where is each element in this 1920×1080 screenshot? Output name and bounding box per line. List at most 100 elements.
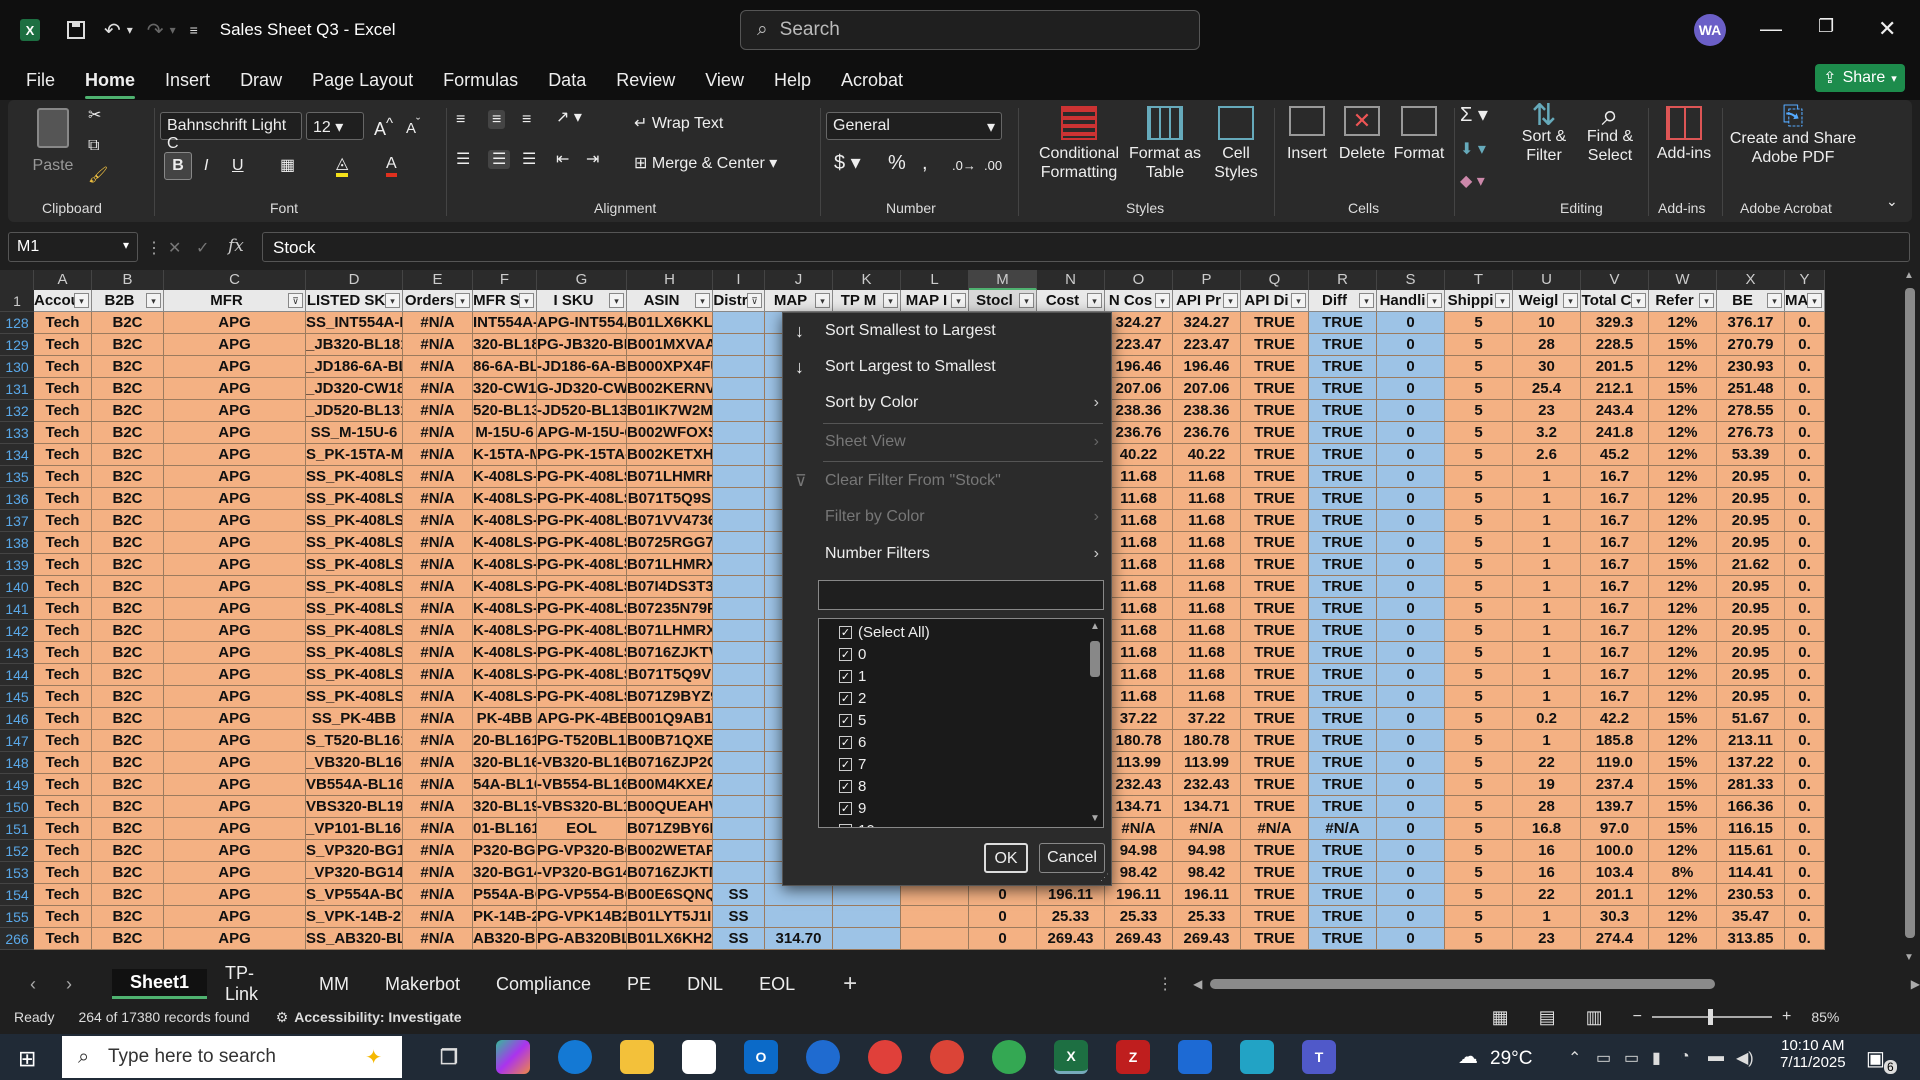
table-cell[interactable]: 11.68 <box>1105 620 1173 642</box>
filter-value-option[interactable]: ✓ 1 <box>839 665 866 687</box>
row-header[interactable]: 133 <box>0 422 34 444</box>
column-header[interactable]: M <box>969 270 1037 290</box>
table-cell[interactable]: 314.70 <box>765 928 833 950</box>
row-header[interactable]: 141 <box>0 598 34 620</box>
table-cell[interactable]: B0716ZJKTM <box>627 862 713 884</box>
table-cell[interactable]: _JB320-BL1816- <box>306 334 403 356</box>
sort-descending-option[interactable]: Sort Largest to Smallest <box>825 358 996 376</box>
table-cell[interactable]: K-408LS-A2 <box>473 664 537 686</box>
table-cell[interactable]: 98.42 <box>1173 862 1241 884</box>
table-cell[interactable]: Tech <box>34 664 92 686</box>
table-cell[interactable] <box>713 708 765 730</box>
row-header[interactable]: 150 <box>0 796 34 818</box>
table-cell[interactable]: 0 <box>1377 422 1445 444</box>
table-cell[interactable]: SS_PK-408LS-A22 <box>306 686 403 708</box>
table-cell[interactable]: 281.33 <box>1717 774 1785 796</box>
table-cell[interactable]: #N/A <box>403 466 473 488</box>
table-cell[interactable]: B00QUEAHVM <box>627 796 713 818</box>
filter-values-list[interactable]: ▲ ▼ ✓(Select All)✓0✓1✓2✓5✓6✓7✓8✓9✓10 <box>818 618 1104 828</box>
table-cell[interactable]: 15% <box>1649 818 1717 840</box>
table-cell[interactable]: 180.78 <box>1105 730 1173 752</box>
tab-dnl[interactable]: DNL <box>669 974 741 995</box>
more-options-icon[interactable]: ⋮ <box>146 238 162 258</box>
table-cell[interactable]: 11.68 <box>1173 576 1241 598</box>
table-cell[interactable]: 0. <box>1785 686 1825 708</box>
table-cell[interactable]: -VBS320-BL1915 <box>537 796 627 818</box>
table-cell[interactable]: 228.5 <box>1581 334 1649 356</box>
row-header[interactable]: 1 <box>0 290 34 312</box>
row-header[interactable]: 134 <box>0 444 34 466</box>
checkbox-icon[interactable]: ✓ <box>839 691 852 705</box>
table-cell[interactable]: 12% <box>1649 884 1717 906</box>
table-cell[interactable] <box>713 334 765 356</box>
table-cell[interactable]: 11.68 <box>1173 532 1241 554</box>
table-cell[interactable]: APG <box>164 642 306 664</box>
table-cell[interactable]: 12% <box>1649 576 1717 598</box>
table-cell[interactable]: 25.4 <box>1513 378 1581 400</box>
column-header[interactable]: U <box>1513 270 1581 290</box>
table-cell[interactable]: SS_PK-408LS-A11 <box>306 466 403 488</box>
table-cell[interactable]: SS_PK-408LS-A19 <box>306 620 403 642</box>
table-cell[interactable]: B2C <box>92 840 164 862</box>
zoom-level[interactable]: 85% <box>1811 1009 1839 1025</box>
tab-page-layout[interactable]: Page Layout <box>312 70 413 91</box>
column-header[interactable]: Y <box>1785 270 1825 290</box>
column-header[interactable]: K <box>833 270 901 290</box>
table-cell[interactable]: 0 <box>1377 906 1445 928</box>
table-cell[interactable]: 0. <box>1785 620 1825 642</box>
zoom-thumb[interactable] <box>1707 1009 1713 1025</box>
table-cell[interactable]: 0 <box>1377 598 1445 620</box>
table-cell[interactable]: 5 <box>1445 334 1513 356</box>
filter-dropdown-icon[interactable]: ▾ <box>1087 293 1102 308</box>
table-cell[interactable]: 11.68 <box>1105 686 1173 708</box>
table-cell[interactable]: B2C <box>92 862 164 884</box>
filter-dropdown-icon[interactable]: ▾ <box>519 293 534 308</box>
table-cell[interactable]: 0. <box>1785 840 1825 862</box>
teams-icon[interactable]: T <box>1302 1040 1336 1074</box>
table-cell[interactable]: 103.4 <box>1581 862 1649 884</box>
filter-value-option[interactable]: ✓ 8 <box>839 775 866 797</box>
table-cell[interactable]: 329.3 <box>1581 312 1649 334</box>
table-cell[interactable]: VB554A-BL1616- <box>306 774 403 796</box>
table-cell[interactable]: 230.53 <box>1717 884 1785 906</box>
table-cell[interactable]: 1 <box>1513 488 1581 510</box>
table-cell[interactable]: APG <box>164 510 306 532</box>
table-cell[interactable] <box>713 444 765 466</box>
decrease-decimal-icon[interactable]: .00 <box>984 156 1002 175</box>
table-cell[interactable]: 196.11 <box>1105 884 1173 906</box>
table-cell[interactable]: PG-PK-408LS-A <box>537 620 627 642</box>
table-cell[interactable]: 15% <box>1649 774 1717 796</box>
row-header[interactable]: 137 <box>0 510 34 532</box>
table-cell[interactable]: 16.7 <box>1581 664 1649 686</box>
table-cell[interactable]: S_VP320-BG1416 <box>306 840 403 862</box>
table-cell[interactable]: 20.95 <box>1717 510 1785 532</box>
table-cell[interactable]: 5 <box>1445 840 1513 862</box>
table-cell[interactable]: TRUE <box>1309 312 1377 334</box>
search-input[interactable]: ⌕ Search <box>740 10 1200 50</box>
table-cell[interactable]: TRUE <box>1241 488 1309 510</box>
table-cell[interactable]: #N/A <box>403 334 473 356</box>
table-cell[interactable]: 94.98 <box>1105 840 1173 862</box>
table-cell[interactable]: 100.0 <box>1581 840 1649 862</box>
align-bottom-icon[interactable]: ≡ <box>522 110 531 129</box>
table-cell[interactable]: SS_M-15U-6 <box>306 422 403 444</box>
table-cell[interactable]: B2C <box>92 510 164 532</box>
table-cell[interactable]: 0 <box>1377 730 1445 752</box>
table-cell[interactable]: S_PK-15TA-M5-B <box>306 444 403 466</box>
table-cell[interactable]: 20.95 <box>1717 642 1785 664</box>
table-cell[interactable]: 5 <box>1445 422 1513 444</box>
table-cell[interactable] <box>713 818 765 840</box>
table-cell[interactable]: 0. <box>1785 642 1825 664</box>
wrap-text-button[interactable]: ↵ Wrap Text <box>634 114 723 133</box>
table-cell[interactable]: B002KETXHU <box>627 444 713 466</box>
table-cell[interactable]: PG-PK-408LS-A <box>537 642 627 664</box>
table-cell[interactable] <box>713 796 765 818</box>
tab-review[interactable]: Review <box>616 70 675 91</box>
tab-eol[interactable]: EOL <box>741 974 813 995</box>
table-cell[interactable]: 5 <box>1445 400 1513 422</box>
table-cell[interactable]: Tech <box>34 840 92 862</box>
filter-dropdown-icon[interactable]: ▾ <box>1699 293 1714 308</box>
table-cell[interactable]: TRUE <box>1241 752 1309 774</box>
table-cell[interactable]: 0 <box>1377 620 1445 642</box>
table-cell[interactable]: B2C <box>92 466 164 488</box>
